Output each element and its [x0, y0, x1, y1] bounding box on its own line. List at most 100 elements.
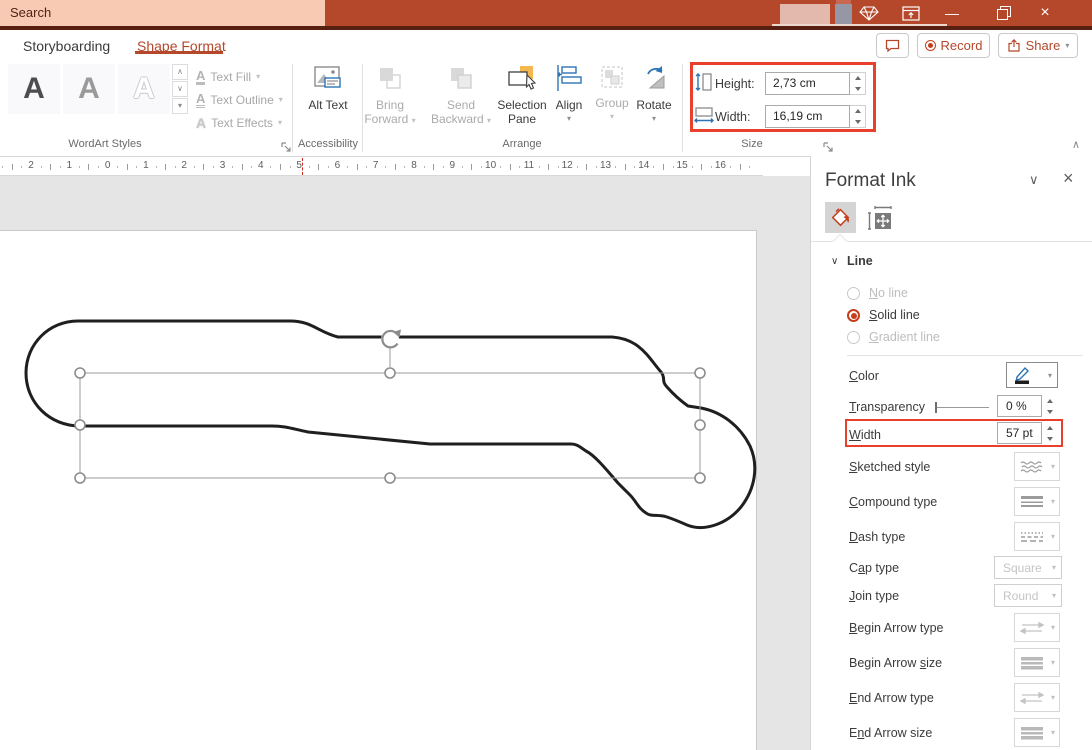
ruler: 21012345678910111213141516 — [0, 157, 763, 176]
restore-button[interactable] — [989, 0, 1019, 26]
transparency-field[interactable]: 0 % — [997, 395, 1042, 417]
tab-shape-format[interactable]: Shape Format — [137, 30, 226, 62]
ruler-tick — [242, 164, 243, 170]
group-separator — [682, 64, 683, 152]
record-button[interactable]: Record — [917, 33, 990, 58]
ruler-tick — [404, 166, 405, 168]
selected-tab-caret — [833, 235, 847, 242]
ruler-tick — [500, 166, 501, 168]
begin-arrow-type-dropdown[interactable]: ▾ — [1014, 613, 1060, 642]
ruler-tick — [156, 166, 157, 168]
height-spinner[interactable] — [850, 72, 866, 95]
ruler-tick — [165, 164, 166, 170]
ruler-number: 1 — [143, 160, 149, 171]
dash-type-dropdown[interactable]: ▾ — [1014, 522, 1060, 551]
solid-line-label[interactable]: Solid line — [869, 308, 920, 322]
ruler-tick — [117, 166, 118, 168]
powerpoint-window: Search — × Storyboarding Shape Format Re… — [0, 0, 1092, 750]
collapse-ribbon-chevron[interactable]: ∧ — [1072, 138, 1080, 151]
tab-storyboarding[interactable]: Storyboarding — [23, 30, 110, 62]
end-arrow-type-label: End Arrow type — [849, 691, 934, 705]
ruler-number: 10 — [485, 160, 496, 171]
tab-size-properties[interactable] — [866, 204, 894, 232]
line-section-chevron[interactable]: ∨ — [831, 256, 838, 267]
wordart-style-3[interactable]: A — [118, 64, 170, 114]
wordart-style-2[interactable]: A — [63, 64, 115, 114]
share-button[interactable]: Share ▾ — [998, 33, 1078, 58]
ink-drawing-layer[interactable] — [0, 176, 810, 750]
transparency-slider-track[interactable] — [935, 407, 989, 408]
wordart-gallery-down[interactable]: ∨ — [172, 81, 188, 97]
ruler-tick — [60, 166, 61, 168]
text-effects-button[interactable]: A Text Effects▾ — [196, 112, 282, 133]
pane-options-chevron[interactable]: ∨ — [1029, 172, 1039, 188]
ruler-tick — [673, 166, 674, 168]
wordart-gallery-more[interactable]: ▾ — [172, 98, 188, 114]
close-button[interactable]: × — [1030, 0, 1060, 26]
designer-diamond-icon[interactable] — [859, 6, 879, 26]
compound-type-dropdown[interactable]: ▾ — [1014, 487, 1060, 516]
begin-arrow-size-dropdown[interactable]: ▾ — [1014, 648, 1060, 677]
end-arrow-size-dropdown[interactable]: ▾ — [1014, 718, 1060, 747]
ribbon-display-options-icon[interactable] — [902, 6, 920, 26]
height-field[interactable]: 2,73 cm — [765, 72, 850, 95]
wordart-dialog-launcher[interactable] — [281, 140, 292, 158]
ruler-tick — [433, 164, 434, 170]
share-dropdown-chevron[interactable]: ▾ — [1065, 41, 1069, 50]
ruler-tick — [318, 164, 319, 170]
ruler-tick — [232, 166, 233, 168]
send-backward-icon — [447, 64, 475, 92]
ruler-tick — [50, 164, 51, 170]
ruler-tick — [730, 166, 731, 168]
cap-type-dropdown: Square▾ — [994, 556, 1062, 579]
color-dropdown-chevron: ▾ — [1048, 371, 1052, 380]
wordart-style-1[interactable]: A — [8, 64, 60, 114]
ruler-tick — [251, 166, 252, 168]
tab-fill-line[interactable] — [825, 202, 856, 233]
ruler-tick — [481, 166, 482, 168]
ruler-number: 14 — [638, 160, 649, 171]
dash-type-label: Dash type — [849, 530, 905, 544]
height-label: Height: — [715, 77, 755, 91]
width-spinner[interactable] — [850, 105, 866, 128]
comment-icon — [885, 39, 900, 52]
ink-width-spinner[interactable] — [1042, 422, 1058, 444]
ruler-number: 2 — [181, 160, 187, 171]
text-effects-icon: A — [196, 116, 206, 130]
selection-pane-icon — [505, 64, 539, 92]
text-outline-button[interactable]: A Text Outline▾ — [196, 89, 283, 110]
ruler-tick — [270, 166, 271, 168]
text-fill-button[interactable]: A Text Fill▾ — [196, 66, 260, 87]
ruler-tick — [385, 166, 386, 168]
search-input[interactable]: Search — [0, 0, 325, 26]
transparency-spinner[interactable] — [1042, 395, 1058, 417]
pane-close-icon[interactable]: × — [1063, 168, 1074, 189]
transparency-slider-handle[interactable] — [935, 402, 937, 413]
ruler-tick — [471, 164, 472, 170]
ruler-number: 12 — [562, 160, 573, 171]
sketched-style-dropdown[interactable]: ▾ — [1014, 452, 1060, 481]
cap-type-label: Cap type — [849, 561, 899, 575]
ruler-tick — [653, 166, 654, 168]
wordart-gallery-up[interactable]: ∧ — [172, 64, 188, 80]
comments-button[interactable] — [876, 33, 909, 58]
no-line-label: No line — [869, 286, 908, 300]
width-field[interactable]: 16,19 cm — [765, 105, 850, 128]
arrow-type-icon — [1020, 690, 1044, 706]
bring-forward-icon — [376, 64, 404, 92]
group-label-accessibility: Accessibility — [293, 138, 363, 150]
ruler-number: 15 — [677, 160, 688, 171]
slide-canvas-area — [0, 176, 810, 750]
line-color-button[interactable]: ▾ — [1006, 362, 1058, 388]
ruler-tick — [12, 164, 13, 170]
minimize-button[interactable]: — — [937, 0, 967, 26]
solid-line-radio[interactable] — [847, 309, 860, 322]
end-arrow-type-dropdown[interactable]: ▾ — [1014, 683, 1060, 712]
pane-tab-divider — [811, 241, 1092, 242]
ink-width-field[interactable]: 57 pt — [997, 422, 1042, 444]
arrow-size-icon — [1020, 725, 1044, 741]
rotate-button[interactable]: Rotate ▾ — [627, 64, 681, 126]
line-section-header[interactable]: Line — [847, 254, 873, 268]
ruler-tick — [41, 166, 42, 168]
compound-type-icon — [1020, 494, 1044, 510]
